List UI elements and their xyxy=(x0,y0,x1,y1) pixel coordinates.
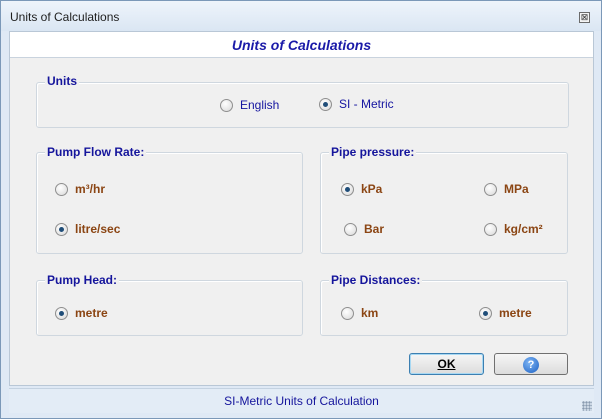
dialog-content: Units of Calculations Units English SI -… xyxy=(9,31,594,386)
radio-english-circle[interactable] xyxy=(220,98,233,112)
units-group xyxy=(36,82,569,128)
radio-bar-circle[interactable] xyxy=(344,222,357,236)
radio-pressure-mpa[interactable]: MPa xyxy=(484,182,529,196)
units-group-label: Units xyxy=(45,74,79,88)
litre-sec-label: litre/sec xyxy=(75,222,121,236)
mpa-label: MPa xyxy=(504,182,529,196)
radio-distance-metre[interactable]: metre xyxy=(479,306,532,320)
m3hr-label: m³/hr xyxy=(75,182,105,196)
radio-pressure-kgcm2[interactable]: kg/cm² xyxy=(484,222,543,236)
pump-head-label: Pump Head: xyxy=(45,273,120,287)
pipe-pressure-label: Pipe pressure: xyxy=(329,145,417,159)
distance-metre-label: metre xyxy=(499,306,532,320)
radio-pressure-kpa[interactable]: kPa xyxy=(341,182,382,196)
ok-button[interactable]: OK xyxy=(409,353,484,375)
header-band: Units of Calculations xyxy=(10,32,593,58)
radio-head-metre-circle[interactable] xyxy=(55,306,68,320)
english-label: English xyxy=(240,98,280,112)
radio-mpa-circle[interactable] xyxy=(484,182,497,196)
radio-units-english[interactable]: English xyxy=(220,98,279,112)
pump-flow-rate-label: Pump Flow Rate: xyxy=(45,145,147,159)
dialog-heading: Units of Calculations xyxy=(231,37,372,53)
radio-pressure-bar[interactable]: Bar xyxy=(344,222,384,236)
status-bar: SI-Metric Units of Calculation xyxy=(9,388,594,413)
si-metric-label: SI - Metric xyxy=(339,97,394,111)
pipe-pressure-group xyxy=(320,152,568,254)
radio-kgcm2-circle[interactable] xyxy=(484,222,497,236)
km-label: km xyxy=(361,306,379,320)
help-icon: ? xyxy=(523,357,539,373)
radio-m3hr-circle[interactable] xyxy=(55,182,68,196)
radio-flow-m3hr[interactable]: m³/hr xyxy=(55,182,105,196)
radio-km-circle[interactable] xyxy=(341,306,354,320)
head-metre-label: metre xyxy=(75,306,108,320)
bar-label: Bar xyxy=(364,222,385,236)
help-button[interactable]: ? xyxy=(494,353,568,375)
window-title: Units of Calculations xyxy=(10,10,120,24)
title-bar[interactable]: Units of Calculations ⊠ xyxy=(1,1,601,31)
kpa-label: kPa xyxy=(361,182,383,196)
radio-si-metric-circle[interactable] xyxy=(319,97,332,111)
radio-distance-metre-circle[interactable] xyxy=(479,306,492,320)
status-text: SI-Metric Units of Calculation xyxy=(224,394,379,408)
pipe-distances-label: Pipe Distances: xyxy=(329,273,423,287)
radio-kpa-circle[interactable] xyxy=(341,182,354,196)
resize-grip-icon[interactable] xyxy=(582,401,592,411)
radio-flow-litre-sec[interactable]: litre/sec xyxy=(55,222,120,236)
pump-flow-rate-group xyxy=(36,152,303,254)
radio-units-si-metric[interactable]: SI - Metric xyxy=(319,97,394,111)
units-dialog-window: Units of Calculations ⊠ Units of Calcula… xyxy=(0,0,602,419)
radio-litre-sec-circle[interactable] xyxy=(55,222,68,236)
radio-distance-km[interactable]: km xyxy=(341,306,378,320)
radio-head-metre[interactable]: metre xyxy=(55,306,108,320)
kgcm2-label: kg/cm² xyxy=(504,222,543,236)
close-icon[interactable]: ⊠ xyxy=(579,12,590,23)
ok-button-label: OK xyxy=(437,357,456,371)
